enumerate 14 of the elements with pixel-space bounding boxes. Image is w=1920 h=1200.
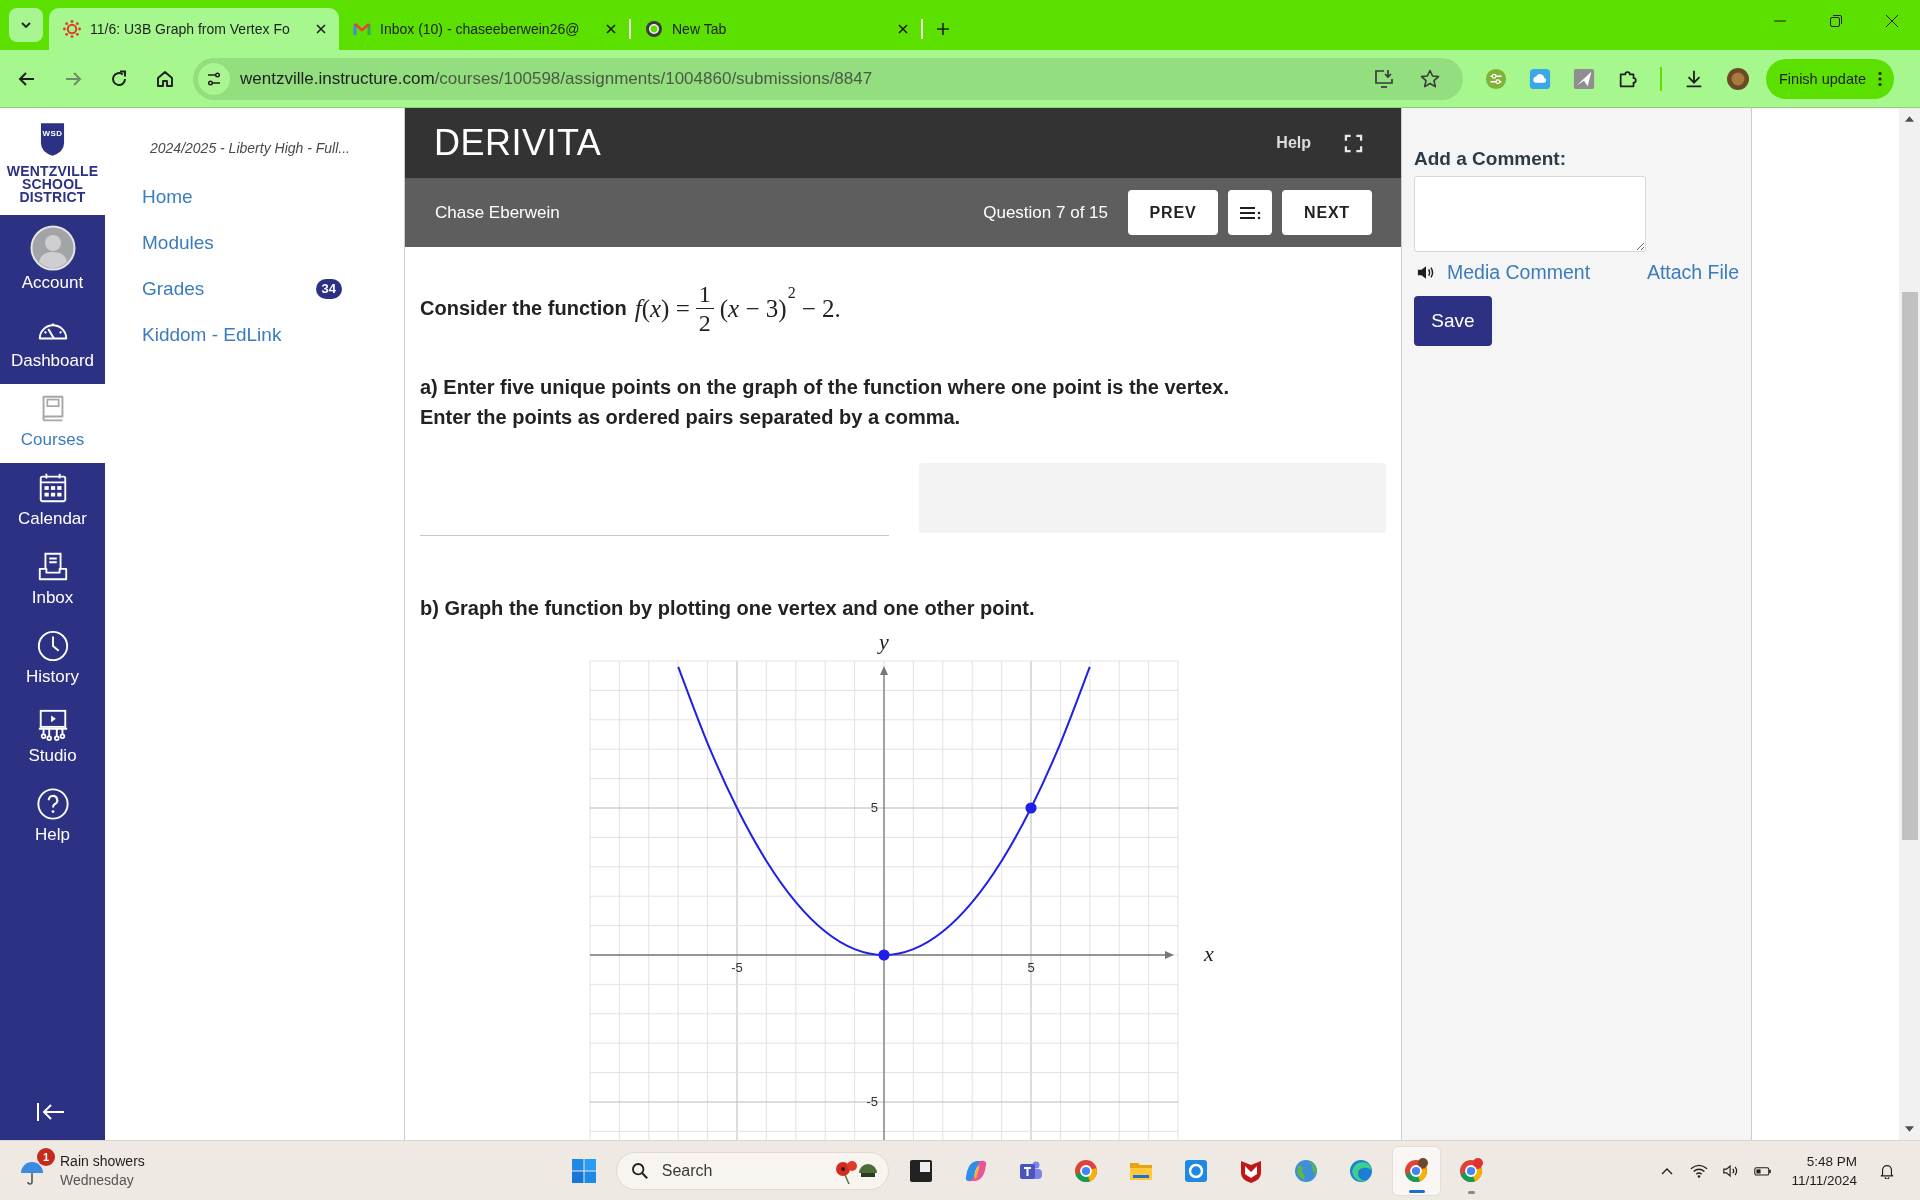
tick-label: 5 xyxy=(870,800,878,815)
axis-label: y xyxy=(879,629,889,654)
tick-label: 5 xyxy=(1027,960,1035,975)
question-part-text: b) Graph the function by plotting one vertex and one other point. xyxy=(420,596,1036,621)
notification-badge: 1 xyxy=(37,1147,55,1166)
axis-label: x xyxy=(1204,941,1214,966)
student-name: Chase Eberwein xyxy=(435,202,560,223)
count-badge: 34 xyxy=(315,279,342,299)
question-counter: Question 7 of 15 xyxy=(983,202,1108,223)
comment-heading: Add a Comment: xyxy=(1414,148,1566,170)
question-part-text: a) Enter five unique points on the graph of the function where one point is the vertex. Enter the points as ordered pairs separated by a comma. xyxy=(420,375,1230,430)
tick-label: -5 xyxy=(866,1094,878,1109)
app-logo: DERIVITA xyxy=(434,122,602,164)
tick-label: -5 xyxy=(731,960,743,975)
